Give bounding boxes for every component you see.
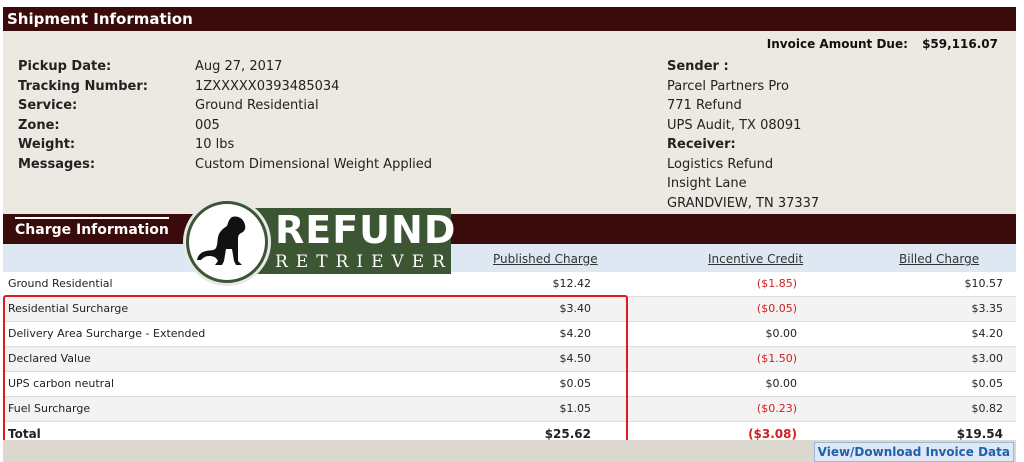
view-download-invoice-button[interactable]: View/Download Invoice Data (813, 442, 1014, 462)
sender-line: UPS Audit, TX 08091 (667, 117, 802, 133)
billed-charge: $4.20 (971, 327, 1004, 340)
zone-label: Zone: (18, 117, 60, 133)
charge-title: Charge Information (15, 217, 169, 241)
logo-word-refund: REFUND (275, 208, 457, 252)
tracking-number-label: Tracking Number: (18, 78, 148, 94)
shipment-field-labels: Pickup Date: Tracking Number: Service: Z… (18, 57, 148, 174)
sender-receiver: Sender : Parcel Partners Pro 771 Refund … (667, 57, 819, 213)
weight-label: Weight: (18, 137, 76, 152)
receiver-line: Logistics Refund (667, 156, 774, 172)
messages-label: Messages: (18, 156, 96, 172)
pickup-date-label: Pickup Date: (18, 59, 112, 74)
charge-name: Ground Residential (8, 277, 113, 290)
messages-value: Custom Dimensional Weight Applied (195, 156, 433, 172)
receiver-line: Insight Lane (667, 176, 747, 191)
incentive-credit: ($0.05) (756, 302, 797, 315)
weight-value: 10 lbs (195, 137, 235, 152)
service-value: Ground Residential (195, 98, 319, 113)
invoice-amount-due: Invoice Amount Due: $59,116.07 (767, 37, 998, 51)
incentive-credit-header[interactable]: Incentive Credit (708, 252, 803, 266)
surcharge-highlight-box (3, 295, 628, 447)
pickup-date-value: Aug 27, 2017 (195, 59, 283, 74)
invoice-amount-value: $59,116.07 (922, 37, 998, 51)
receiver-label: Receiver: (667, 137, 736, 152)
billed-charge: $3.35 (971, 302, 1004, 315)
charge-information-header: Charge Information (3, 214, 1016, 244)
receiver-line: GRANDVIEW, TN 37337 (667, 195, 820, 211)
billed-charge-header[interactable]: Billed Charge (899, 252, 979, 266)
zone-value: 005 (195, 117, 220, 133)
shipment-info-panel: Invoice Amount Due: $59,116.07 Pickup Da… (3, 31, 1016, 214)
published-charge: $12.42 (552, 277, 592, 290)
incentive-credit: ($0.23) (756, 402, 797, 415)
table-row: Ground Residential $12.42 ($1.85) $10.57 (3, 272, 1016, 297)
billed-charge: $3.00 (971, 352, 1004, 365)
incentive-credit: $0.00 (765, 327, 798, 340)
billed-charge: $0.82 (971, 402, 1004, 415)
billed-charge: $0.05 (971, 377, 1004, 390)
published-charge-header[interactable]: Published Charge (493, 252, 598, 266)
shipment-field-values: Aug 27, 2017 1ZXXXXX0393485034 Ground Re… (195, 57, 432, 174)
logo-word-retriever: RETRIEVER (275, 252, 453, 272)
tracking-number-value: 1ZXXXXX0393485034 (195, 78, 340, 94)
refund-retriever-logo: REFUND RETRIEVER (183, 198, 457, 288)
sender-line: Parcel Partners Pro (667, 78, 789, 94)
logo-badge (183, 198, 271, 286)
sender-label: Sender : (667, 59, 729, 74)
incentive-credit: ($1.50) (756, 352, 797, 365)
incentive-credit: $0.00 (765, 377, 798, 390)
service-label: Service: (18, 98, 78, 113)
billed-charge: $10.57 (964, 277, 1004, 290)
charge-column-headers: Published Charge Incentive Credit Billed… (3, 244, 1016, 272)
incentive-credit: ($1.85) (756, 277, 797, 290)
sender-line: 771 Refund (667, 98, 742, 113)
dog-silhouette-icon (189, 204, 265, 280)
shipment-information-header: Shipment Information (3, 7, 1016, 31)
shipment-title: Shipment Information (7, 10, 193, 28)
invoice-amount-label: Invoice Amount Due: (766, 37, 908, 51)
